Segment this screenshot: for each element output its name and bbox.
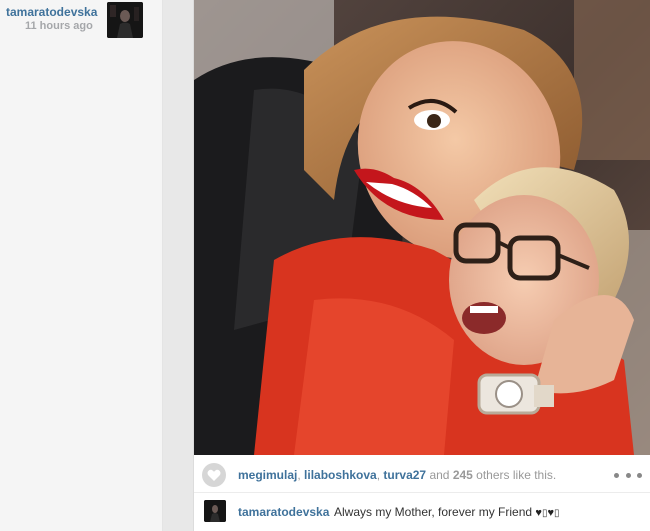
- caption-row: tamaratodevska Always my Mother, forever…: [194, 493, 650, 531]
- liker-link[interactable]: turva27: [383, 468, 426, 482]
- caption-avatar-image: [204, 500, 226, 522]
- post-timestamp[interactable]: 11 hours ago: [25, 20, 93, 32]
- heart-icon: [207, 469, 221, 481]
- liker-link[interactable]: megimulaj: [238, 468, 297, 482]
- author-avatar[interactable]: [107, 2, 143, 38]
- left-rail: tamaratodevska 11 hours ago: [0, 0, 163, 531]
- likes-summary: megimulaj, lilaboshkova, turva27 and 245…: [238, 468, 556, 482]
- author-avatar-image: [107, 2, 143, 38]
- photo-image: [194, 0, 650, 455]
- post-photo[interactable]: [194, 0, 650, 455]
- post-card: megimulaj, lilaboshkova, turva27 and 245…: [193, 0, 650, 531]
- more-options-icon: [614, 472, 619, 478]
- likes-bar: megimulaj, lilaboshkova, turva27 and 245…: [194, 455, 650, 493]
- caption-username-link[interactable]: tamaratodevska: [238, 505, 329, 519]
- likes-connector: and: [426, 468, 453, 482]
- author-username-link[interactable]: tamaratodevska: [6, 5, 97, 19]
- likes-suffix: others like this.: [472, 468, 557, 482]
- more-options-icon: [625, 472, 631, 478]
- likes-others-count[interactable]: 245: [453, 468, 473, 482]
- caption-body: Always my Mother, forever my Friend: [334, 505, 533, 519]
- more-options-icon: [637, 472, 642, 478]
- caption-avatar[interactable]: [204, 500, 226, 522]
- missing-glyph-icon: ▯: [553, 508, 560, 519]
- like-button[interactable]: [202, 463, 226, 487]
- more-options-button[interactable]: [614, 469, 642, 481]
- liker-link[interactable]: lilaboshkova: [304, 468, 377, 482]
- caption-text: Always my Mother, forever my Friend ♥▯♥▯: [334, 505, 560, 519]
- content-gutter: [163, 0, 193, 531]
